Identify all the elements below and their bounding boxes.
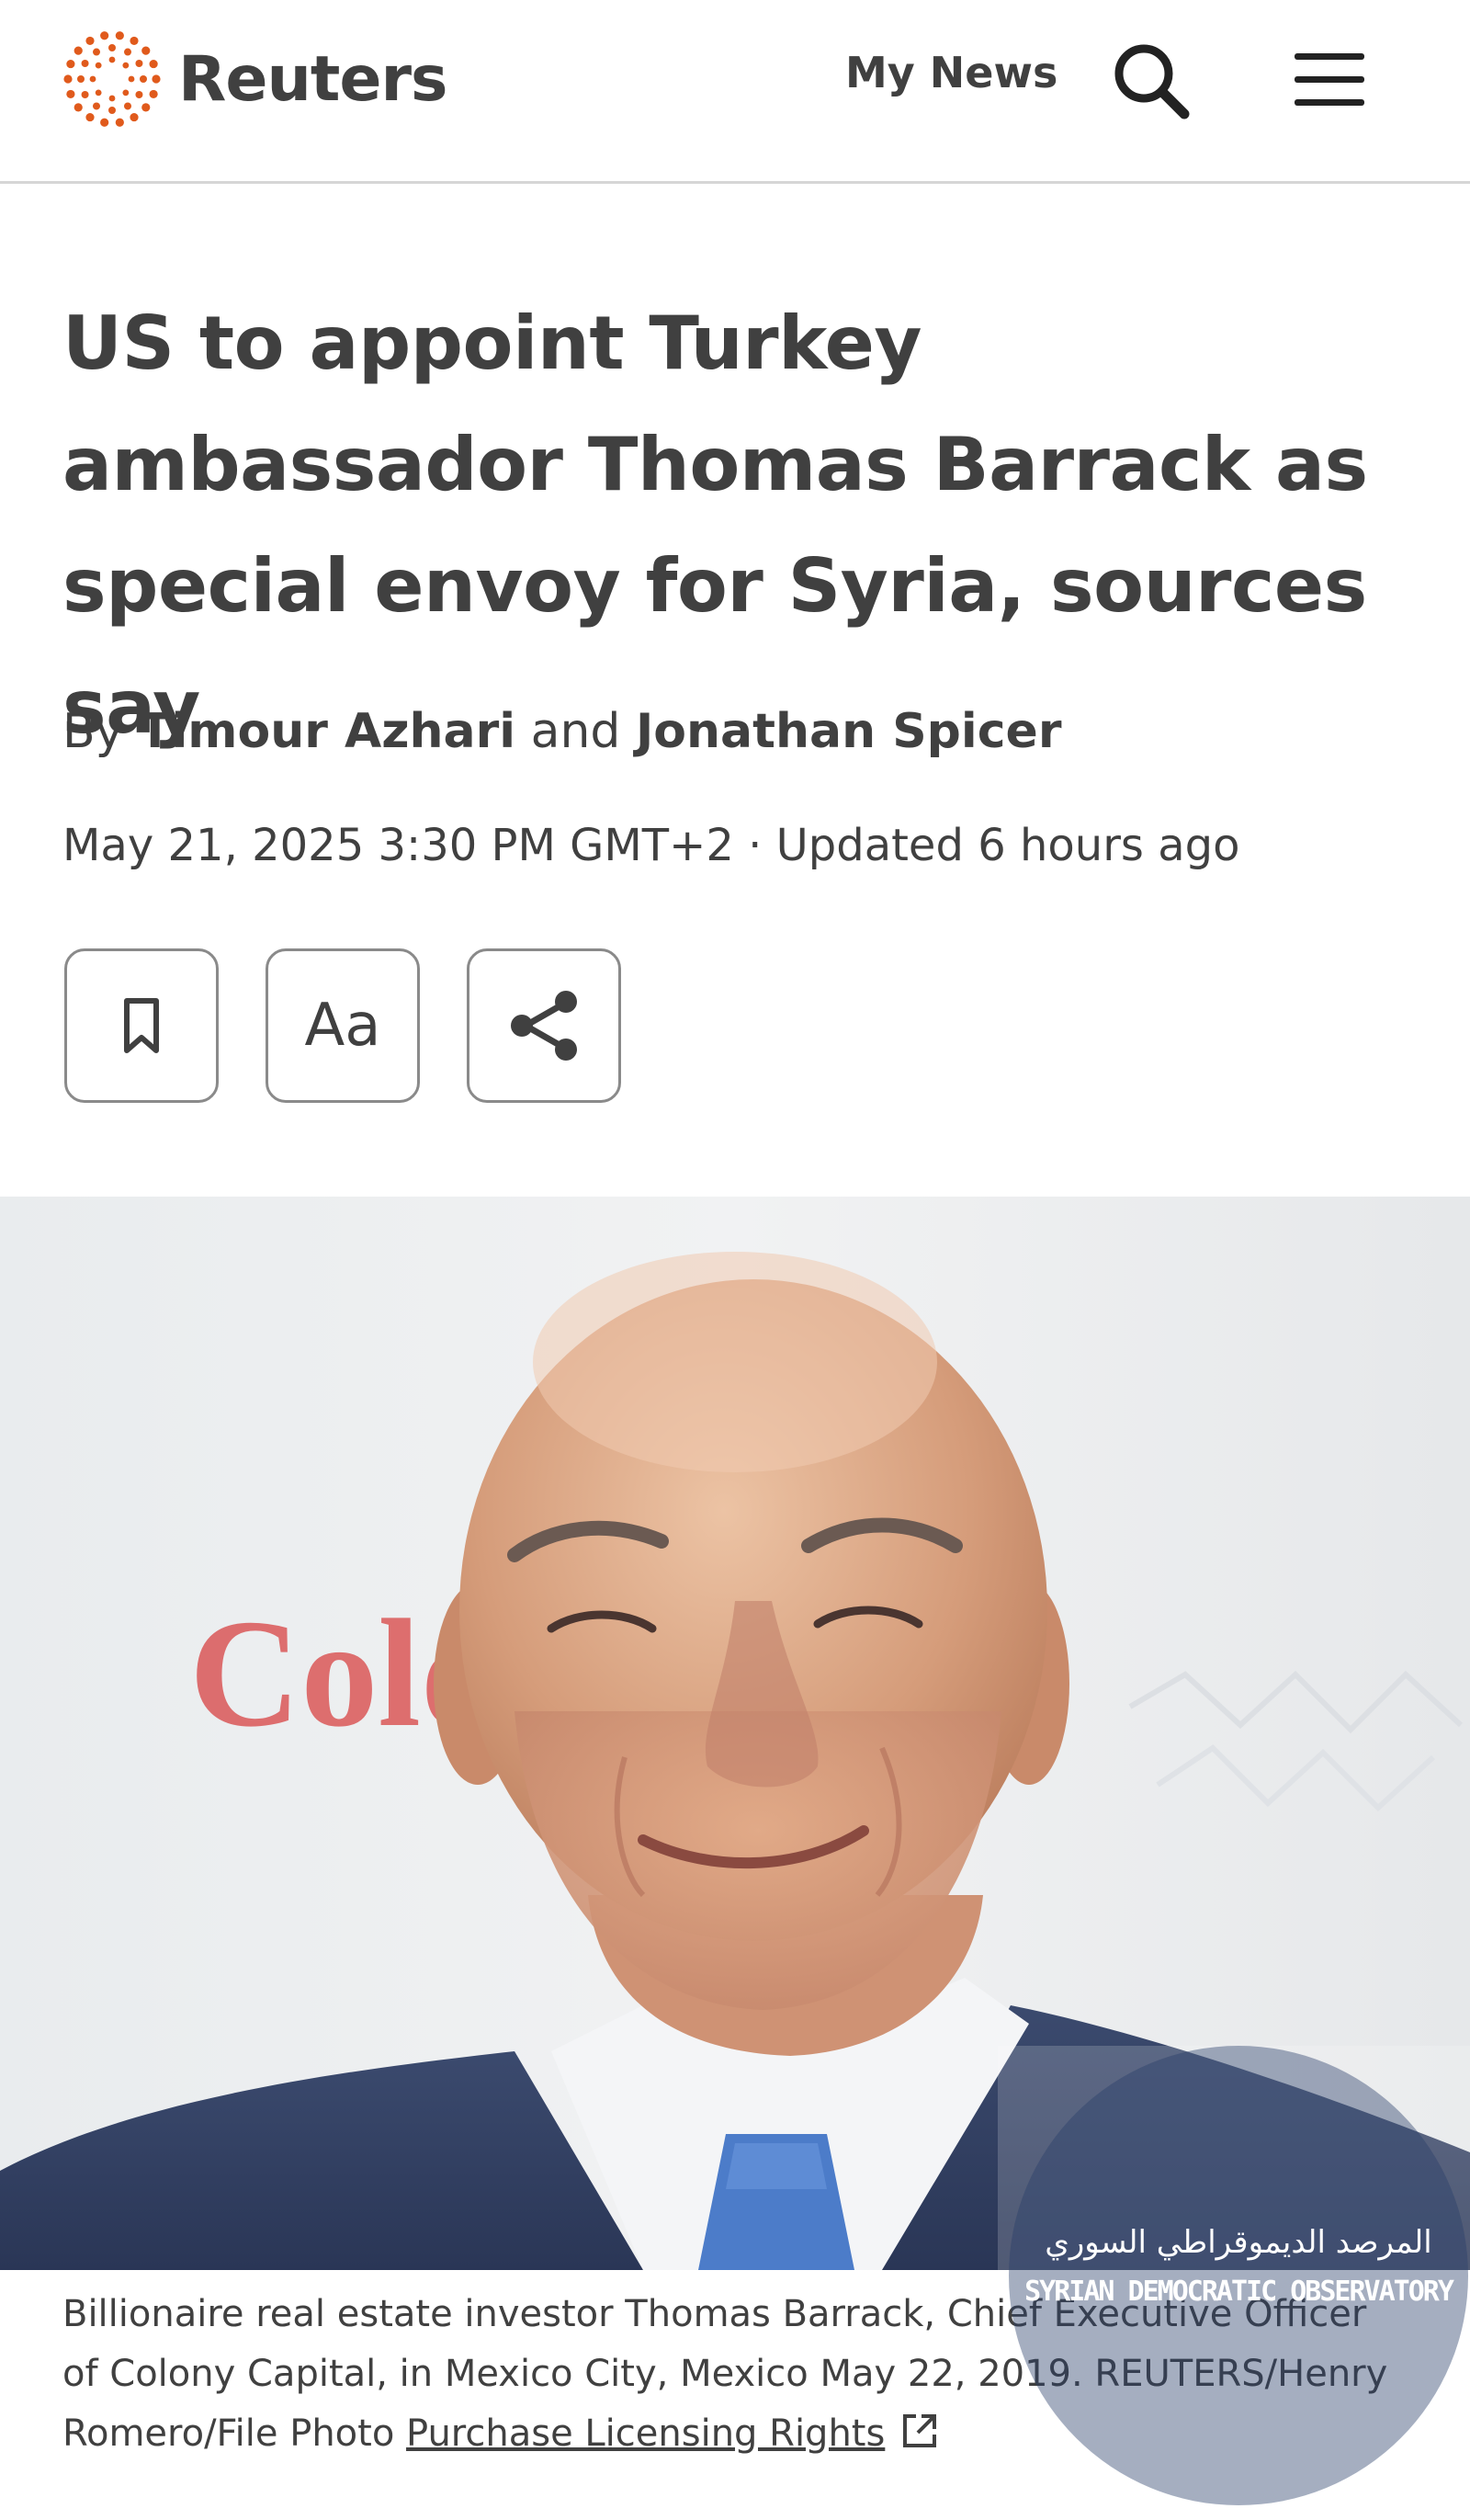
external-link-icon[interactable] [899, 2411, 940, 2451]
byline-prefix: By [62, 704, 124, 759]
watermark-arabic-text: المرصد الديموقراطي السوري [1045, 2224, 1432, 2261]
my-news-link[interactable]: My News [845, 48, 1057, 97]
logo-dot [149, 59, 158, 69]
logo-dot [122, 62, 130, 69]
logo-dot [108, 95, 116, 102]
publish-date: May 21, 2025 3:30 PM GMT+2 · Updated 6 h… [62, 820, 1240, 871]
logo-dot [141, 103, 151, 112]
bookmark-button[interactable] [64, 948, 219, 1103]
logo-dot [115, 31, 124, 40]
logo-dot [81, 91, 89, 98]
logo-dot [95, 89, 102, 96]
logo-dot [135, 91, 143, 98]
search-button[interactable] [1107, 37, 1195, 125]
author-link-1[interactable]: Timour Azhari [139, 704, 515, 759]
logo-dot [108, 44, 116, 51]
logo-dot [77, 75, 85, 83]
purchase-licensing-link[interactable]: Purchase Licensing Rights [406, 2412, 885, 2455]
logo-dot [100, 118, 109, 127]
logo-dot [74, 103, 83, 112]
bookmark-icon [124, 998, 159, 1053]
hamburger-menu-icon [1295, 53, 1364, 106]
logo-dot [66, 59, 75, 69]
logo-dot [93, 48, 100, 56]
brand-name: Reuters [178, 42, 448, 116]
reuters-dots-logo-icon [63, 31, 161, 127]
byline: By Timour Azhari and Jonathan Spicer [62, 704, 1061, 759]
logo-dot [63, 74, 73, 84]
logo-dot [140, 75, 147, 83]
share-icon [511, 991, 577, 1061]
reuters-logo[interactable]: Reuters [59, 26, 448, 132]
logo-dot [85, 112, 95, 122]
menu-button[interactable] [1291, 46, 1368, 114]
logo-dot [122, 89, 130, 96]
logo-dot [124, 48, 131, 56]
logo-dot [108, 56, 116, 63]
top-nav-bar: Reuters My News [0, 0, 1470, 184]
logo-dot [130, 36, 139, 46]
logo-dot [66, 89, 75, 99]
logo-dot [128, 75, 135, 83]
logo-dot [100, 31, 109, 40]
logo-dot [135, 60, 143, 67]
search-icon [1114, 44, 1190, 119]
logo-dot [124, 102, 131, 110]
logo-dot [81, 60, 89, 67]
logo-dot [152, 74, 161, 84]
logo-dot [108, 107, 116, 114]
logo-dot [85, 36, 95, 46]
article-headline: US to appoint Turkey ambassador Thomas B… [62, 301, 1368, 750]
logo-dot [141, 46, 151, 55]
watermark-logo: المرصد الديموقراطي السوري SYRIAN DEMOCRA… [1009, 2046, 1468, 2505]
logo-dot [149, 89, 158, 99]
logo-dot [74, 46, 83, 55]
logo-dot [130, 112, 139, 122]
font-size-label: Aa [304, 992, 381, 1060]
byline-and: and [530, 704, 621, 759]
logo-dot [89, 75, 96, 83]
logo-dot [93, 102, 100, 110]
share-button[interactable] [467, 948, 621, 1103]
logo-dot [95, 62, 102, 69]
logo-dot [115, 118, 124, 127]
watermark-english-text: SYRIAN DEMOCRATIC OBSERVATORY [1024, 2276, 1454, 2308]
font-size-button[interactable]: Aa [266, 948, 420, 1103]
author-link-2[interactable]: Jonathan Spicer [636, 704, 1062, 759]
